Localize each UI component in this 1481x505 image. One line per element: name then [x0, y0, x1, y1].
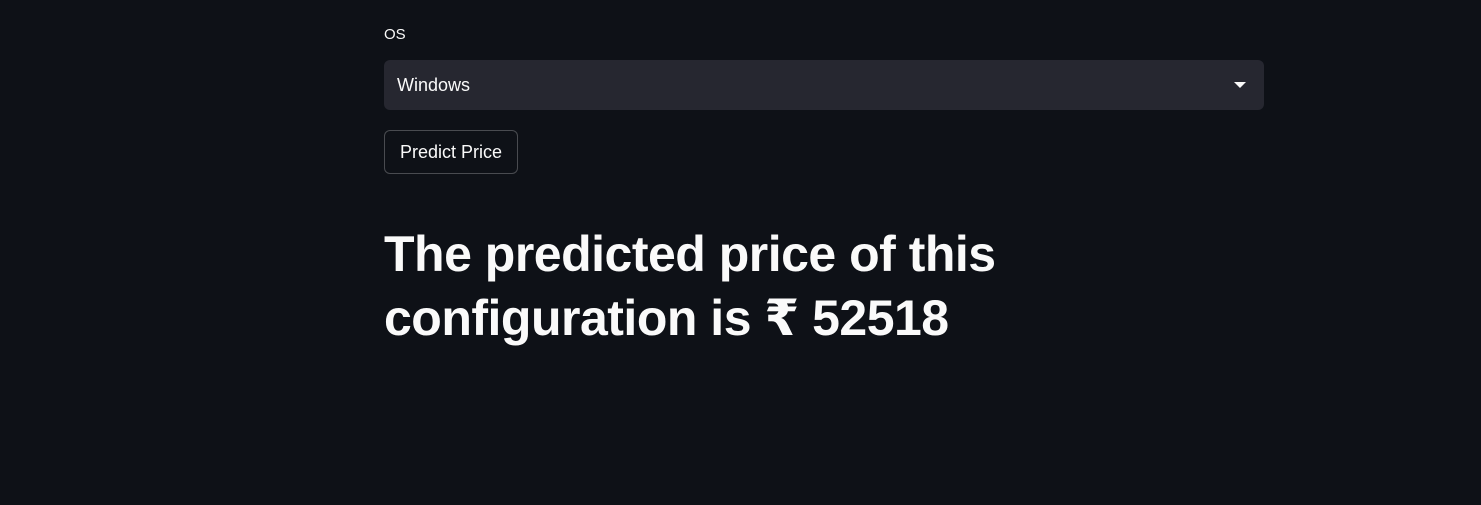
predicted-price-heading: The predicted price of this configuratio… — [384, 226, 996, 346]
os-select[interactable]: Windows — [384, 60, 1264, 110]
os-select-value: Windows — [397, 75, 471, 95]
predict-price-button[interactable]: Predict Price — [384, 130, 519, 174]
chevron-down-icon — [1234, 82, 1246, 88]
os-label: OS — [384, 26, 406, 43]
